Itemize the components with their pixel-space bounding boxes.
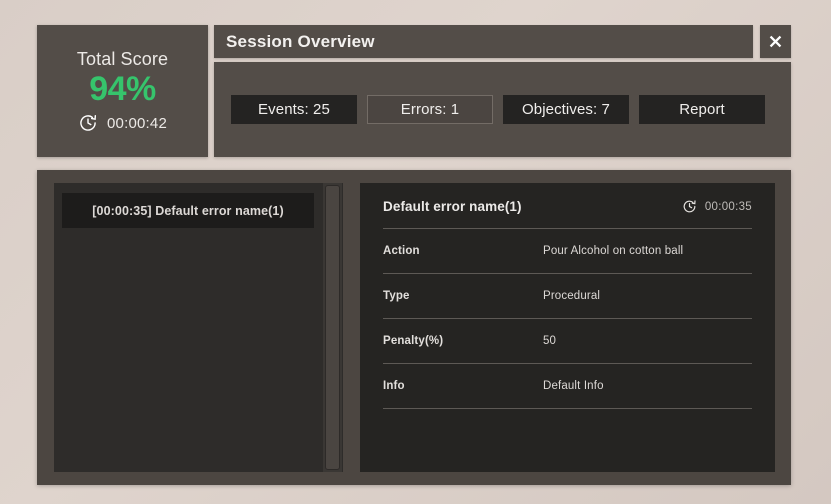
report-button[interactable]: Report [639, 95, 765, 124]
list-scrollbar-thumb[interactable] [325, 185, 340, 470]
detail-value-type: Procedural [543, 290, 601, 302]
detail-label-type: Type [383, 290, 410, 302]
tab-events-label: Events: 25 [258, 101, 330, 118]
detail-label-info: Info [383, 380, 405, 392]
list-scrollbar-track[interactable] [323, 183, 342, 472]
report-button-label: Report [679, 101, 725, 118]
total-score-value: 94% [89, 69, 156, 108]
session-duration: 00:00:42 [78, 113, 167, 133]
total-score-label: Total Score [76, 48, 169, 69]
error-detail-title: Default error name(1) [383, 199, 522, 214]
detail-row-info: Info Default Info [383, 364, 752, 408]
error-detail-time-value: 00:00:35 [704, 200, 752, 213]
error-detail-timestamp: 00:00:35 [682, 199, 752, 214]
error-detail-panel: Default error name(1) 00:00:35 Action Po… [360, 183, 775, 472]
detail-value-action: Pour Alcohol on cotton ball [543, 245, 684, 257]
tab-objectives[interactable]: Objectives: 7 [503, 95, 629, 124]
detail-row-type: Type Procedural [383, 274, 752, 318]
stats-button-group: Events: 25 Errors: 1 Objectives: 7 Repor… [214, 95, 765, 124]
page-title: Session Overview [226, 31, 375, 51]
history-clock-icon [78, 113, 98, 133]
detail-row-action: Action Pour Alcohol on cotton ball [383, 229, 752, 273]
error-detail-header: Default error name(1) 00:00:35 [360, 183, 775, 214]
list-item[interactable]: [00:00:35] Default error name(1) [62, 193, 314, 228]
total-score-card: Total Score 94% 00:00:42 [37, 25, 208, 157]
list-item-label: [00:00:35] Default error name(1) [92, 203, 284, 218]
detail-label-penalty: Penalty(%) [383, 335, 444, 347]
error-detail-fields: Action Pour Alcohol on cotton ball Type … [360, 228, 775, 409]
close-button[interactable] [760, 25, 791, 58]
stats-toolbar: Events: 25 Errors: 1 Objectives: 7 Repor… [214, 62, 791, 157]
tab-errors-label: Errors: 1 [400, 101, 460, 118]
content-panel: [00:00:35] Default error name(1) Default… [37, 170, 791, 485]
detail-row-penalty: Penalty(%) 50 [383, 319, 752, 363]
session-duration-value: 00:00:42 [107, 114, 167, 132]
error-list: [00:00:35] Default error name(1) [54, 183, 322, 472]
history-clock-icon [682, 199, 697, 214]
tab-events[interactable]: Events: 25 [231, 95, 357, 124]
tab-objectives-label: Objectives: 7 [521, 101, 610, 118]
detail-value-info: Default Info [543, 380, 604, 392]
window-title-bar: Session Overview [214, 25, 753, 58]
divider [383, 408, 752, 409]
session-overview-screen: Total Score 94% 00:00:42 Session Overvie… [0, 0, 831, 504]
tab-errors[interactable]: Errors: 1 [367, 95, 493, 124]
close-icon [767, 33, 784, 50]
detail-label-action: Action [383, 245, 420, 257]
error-list-panel: [00:00:35] Default error name(1) [54, 183, 343, 472]
detail-value-penalty: 50 [543, 335, 557, 347]
